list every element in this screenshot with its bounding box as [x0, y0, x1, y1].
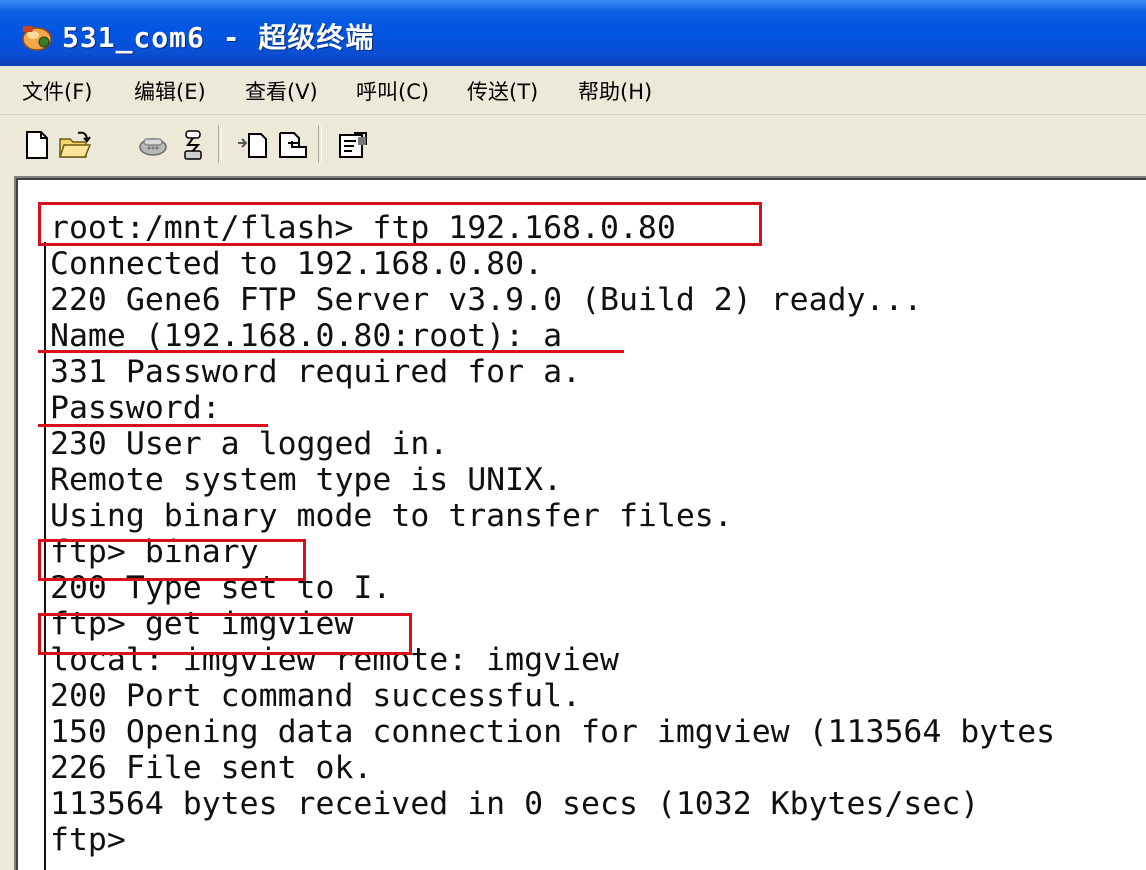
send-file-icon[interactable]: [236, 129, 270, 161]
terminal-line: 150 Opening data connection for imgview …: [50, 714, 1056, 750]
highlight-box-ftp-command: [38, 202, 762, 246]
terminal-line: Connected to 192.168.0.80.: [50, 246, 544, 282]
properties-icon[interactable]: [336, 129, 370, 161]
terminal-line: 113564 bytes received in 0 secs (1032 Kb…: [50, 786, 980, 822]
terminal-line: 331 Password required for a.: [50, 354, 582, 390]
terminal-line: Using binary mode to transfer files.: [50, 498, 733, 534]
toolbar-separator: [218, 125, 222, 163]
menu-transfer[interactable]: 传送(T): [467, 76, 538, 106]
terminal-line: ftp>: [50, 822, 126, 858]
terminal-line: Password:: [50, 390, 221, 426]
menu-call[interactable]: 呼叫(C): [356, 76, 429, 106]
new-document-icon[interactable]: [20, 129, 54, 161]
connect-icon[interactable]: [136, 129, 170, 161]
toolbar: [0, 115, 1146, 173]
menu-edit[interactable]: 编辑(E): [134, 76, 206, 106]
terminal-line: 200 Port command successful.: [50, 678, 582, 714]
terminal-line: 230 User a logged in.: [50, 426, 449, 462]
menu-file[interactable]: 文件(F): [22, 76, 92, 106]
disconnect-icon[interactable]: [176, 129, 210, 161]
toolbar-separator: [318, 125, 322, 163]
terminal-border-top: [16, 178, 1146, 180]
receive-file-icon[interactable]: [276, 129, 310, 161]
highlight-box-binary-command: [38, 539, 306, 581]
hyperterminal-phone-icon[interactable]: [20, 22, 54, 52]
terminal-border-left: [16, 178, 18, 870]
underline-password-prompt: [38, 424, 268, 427]
terminal-line: Name (192.168.0.80:root): a: [50, 318, 563, 354]
menu-bar: 文件(F) 编辑(E) 查看(V) 呼叫(C) 传送(T) 帮助(H): [0, 66, 1146, 115]
highlight-box-get-command: [38, 613, 412, 655]
underline-name-prompt: [38, 350, 624, 353]
terminal-line: Remote system type is UNIX.: [50, 462, 563, 498]
window-title: 531_com6 - 超级终端: [62, 21, 375, 54]
menu-help[interactable]: 帮助(H): [578, 76, 652, 106]
title-bar[interactable]: 531_com6 - 超级终端: [0, 0, 1146, 66]
menu-view[interactable]: 查看(V): [245, 76, 318, 106]
terminal-line: 220 Gene6 FTP Server v3.9.0 (Build 2) re…: [50, 282, 923, 318]
open-folder-icon[interactable]: [58, 129, 92, 161]
terminal-line: 226 File sent ok.: [50, 750, 373, 786]
